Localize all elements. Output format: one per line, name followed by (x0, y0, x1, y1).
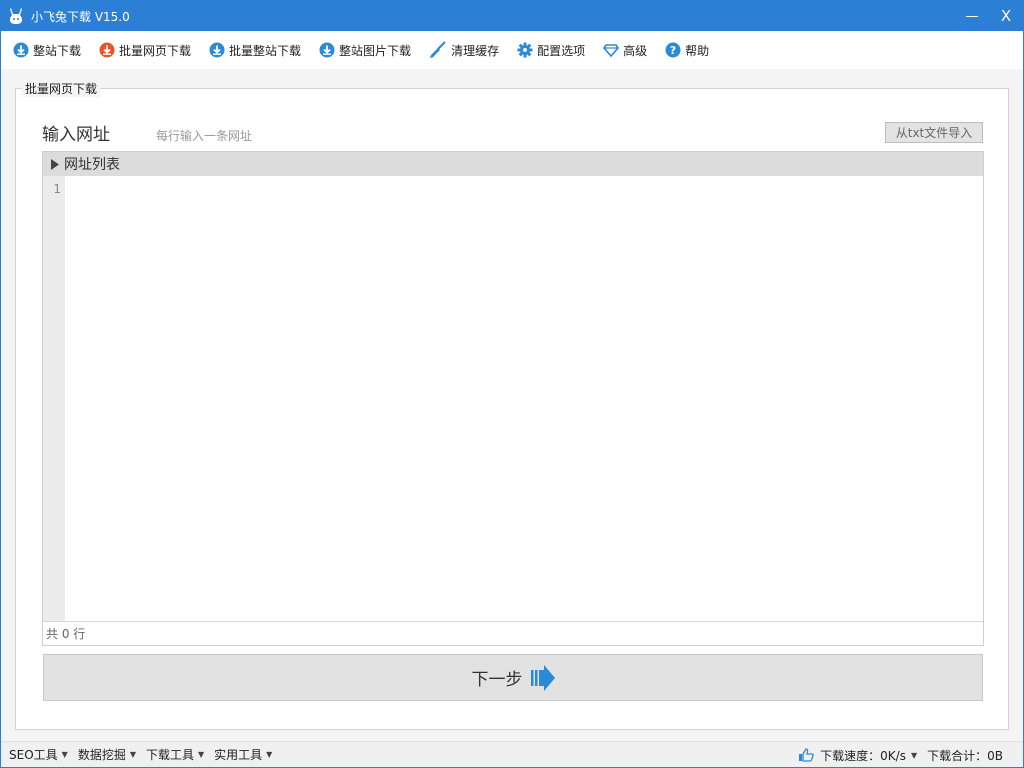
toolbar-help[interactable]: ? 帮助 (665, 42, 709, 59)
seo-tools-menu[interactable]: SEO工具 ▼ (9, 746, 68, 763)
download-tools-menu[interactable]: 下载工具 ▼ (146, 746, 204, 763)
menu-label: 实用工具 (214, 748, 263, 762)
next-step-button[interactable]: 下一步 (43, 654, 983, 701)
close-button[interactable]: X (989, 1, 1023, 31)
gear-icon (517, 42, 533, 58)
broom-icon (430, 41, 446, 58)
input-url-title: 输入网址 (42, 125, 110, 145)
caret-down-icon: ▼ (198, 750, 205, 759)
download-total: 下载合计：0B (927, 748, 1003, 763)
menu-label: SEO工具 (9, 748, 58, 762)
rabbit-app-icon (7, 7, 25, 25)
input-url-hint: 每行输入一条网址 (156, 129, 253, 143)
window-title: 小飞兔下载 V15.0 (31, 9, 130, 24)
line-count: 共 0 行 (43, 621, 983, 645)
status-right: 下载速度：0K/s ▼ 下载合计：0B (798, 742, 1003, 768)
data-mining-menu[interactable]: 数据挖掘 ▼ (78, 746, 136, 763)
toolbar-batch-site-download[interactable]: 批量整站下载 (209, 42, 301, 59)
main-content: 批量网页下载 输入网址 每行输入一条网址 从txt文件导入 网址列表 1 共 0… (1, 69, 1023, 741)
title-bar[interactable]: 小飞兔下载 V15.0 X (1, 1, 1023, 31)
main-toolbar: 整站下载 批量网页下载 批量整站下载 整站图片下载 清理缓存 配置选项 高级 ? (1, 31, 1023, 69)
help-icon: ? (665, 42, 681, 58)
cloud-download-icon (209, 42, 225, 58)
toolbar-label: 高级 (623, 43, 648, 58)
url-list-header[interactable]: 网址列表 (43, 152, 983, 176)
batch-page-download-group: 批量网页下载 输入网址 每行输入一条网址 从txt文件导入 网址列表 1 共 0… (15, 80, 1009, 730)
cloud-download-icon (319, 42, 335, 58)
toolbar-site-image-download[interactable]: 整站图片下载 (319, 42, 411, 59)
url-list-title: 网址列表 (64, 157, 120, 173)
caret-down-icon: ▼ (129, 750, 136, 759)
toolbar-label: 清理缓存 (451, 43, 500, 58)
utility-tools-menu[interactable]: 实用工具 ▼ (214, 746, 272, 763)
toolbar-label: 批量整站下载 (229, 43, 302, 58)
arrow-right-icon (530, 664, 555, 691)
app-window: 小飞兔下载 V15.0 X 整站下载 批量网页下载 批量整站下载 整站图片下载 … (0, 0, 1024, 768)
line-number: 1 (53, 182, 61, 196)
url-list-editor: 网址列表 1 共 0 行 (42, 151, 984, 646)
toolbar-batch-page-download[interactable]: 批量网页下载 (99, 42, 191, 59)
toolbar-label: 批量网页下载 (119, 43, 192, 58)
status-bar: SEO工具 ▼ 数据挖掘 ▼ 下载工具 ▼ 实用工具 ▼ 下载速度：0K/s ▼… (1, 741, 1023, 767)
triangle-right-icon (51, 158, 59, 170)
caret-down-icon: ▼ (61, 750, 68, 759)
toolbar-advanced[interactable]: 高级 (603, 42, 647, 59)
import-txt-button[interactable]: 从txt文件导入 (885, 122, 983, 143)
toolbar-settings[interactable]: 配置选项 (517, 42, 585, 59)
minimize-icon (966, 15, 978, 17)
svg-text:?: ? (670, 44, 676, 57)
caret-down-icon[interactable]: ▼ (911, 751, 917, 760)
minimize-button[interactable] (955, 1, 989, 31)
download-speed: 下载速度：0K/s (820, 748, 906, 763)
next-step-label: 下一步 (471, 670, 523, 690)
toolbar-site-download[interactable]: 整站下载 (13, 42, 81, 59)
toolbar-label: 帮助 (685, 43, 710, 58)
group-title: 批量网页下载 (22, 80, 101, 97)
url-input-area[interactable] (65, 176, 983, 621)
thumbs-up-icon (799, 748, 814, 762)
diamond-icon (603, 44, 620, 58)
toolbar-label: 整站图片下载 (339, 43, 412, 58)
cloud-download-icon (99, 42, 115, 58)
caret-down-icon: ▼ (266, 750, 273, 759)
toolbar-clear-cache[interactable]: 清理缓存 (429, 41, 499, 59)
toolbar-label: 整站下载 (33, 43, 82, 58)
menu-label: 下载工具 (145, 748, 194, 762)
menu-label: 数据挖掘 (77, 748, 126, 762)
line-number-gutter: 1 (43, 176, 65, 621)
cloud-download-icon (13, 42, 29, 58)
toolbar-label: 配置选项 (537, 43, 586, 58)
